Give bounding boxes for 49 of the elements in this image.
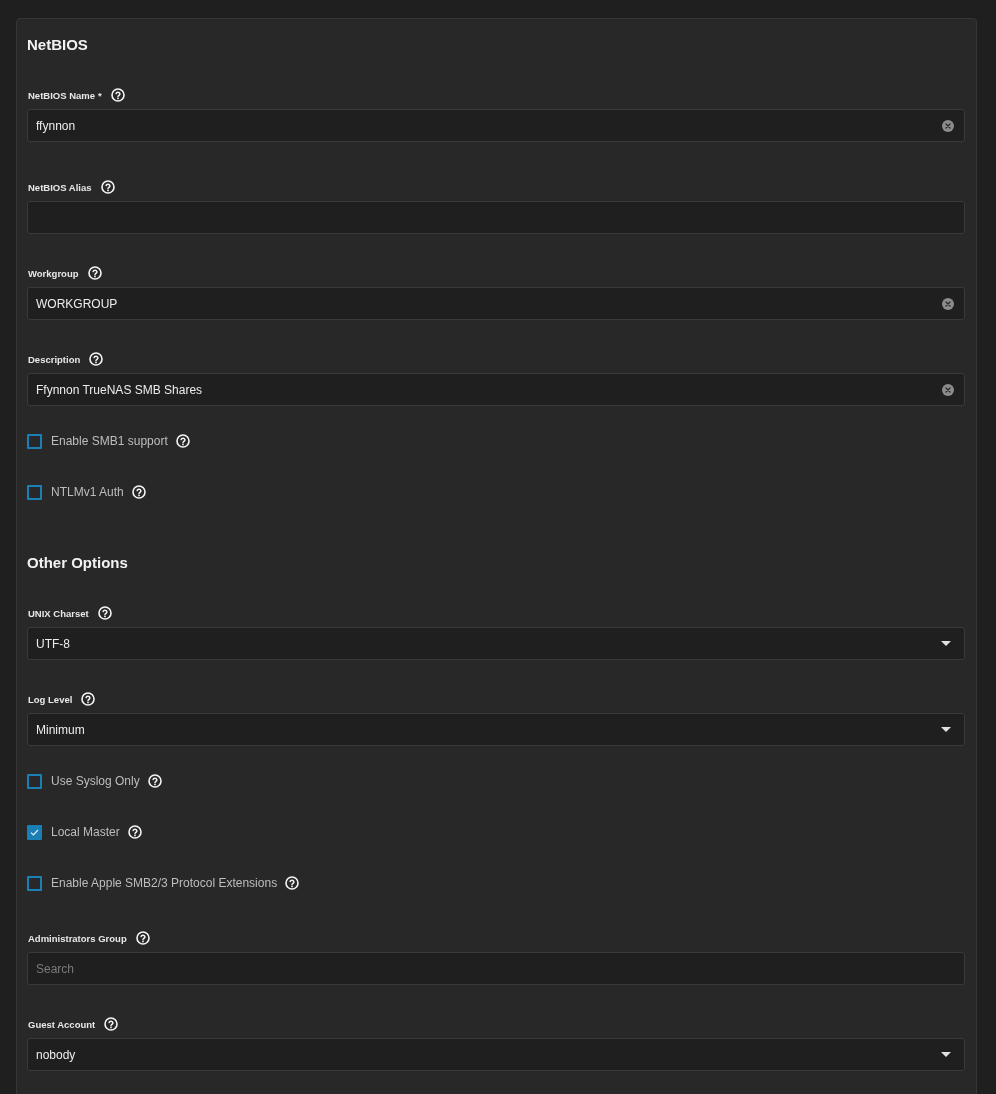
field-label: Log Level [28,693,73,705]
check-icon [30,828,39,836]
field-label: NetBIOS Name [28,89,96,101]
checkbox[interactable] [27,484,42,500]
caret-icon [941,1052,951,1057]
help-icon[interactable] [175,434,190,448]
input-field[interactable]: ffynnon [27,109,965,142]
checkbox[interactable] [27,773,42,789]
field-label: Workgroup [28,267,79,279]
caret-icon [941,641,951,646]
dropdown-field[interactable]: nobody [27,1038,965,1071]
section-title: NetBIOS [27,35,88,55]
help-icon[interactable] [110,88,125,102]
help-icon[interactable] [100,180,115,194]
input-field[interactable]: Ffynnon TrueNAS SMB Shares [27,373,965,406]
clear-icon[interactable] [942,297,954,310]
field-label: UNIX Charset [28,607,89,619]
help-icon[interactable] [97,606,112,620]
caret-icon [941,727,951,732]
help-icon[interactable] [135,931,150,945]
checkbox[interactable] [27,433,42,449]
section-title: Other Options [27,553,128,573]
field-label: Description [28,353,81,365]
input-field[interactable]: WORKGROUP [27,287,965,320]
help-icon[interactable] [147,774,162,788]
clear-icon[interactable] [942,383,954,396]
input-field[interactable] [27,201,965,234]
checkbox-label: Local Master [51,825,120,839]
help-icon[interactable] [104,1017,119,1031]
checkbox[interactable] [27,875,42,891]
checkbox-label: Enable Apple SMB2/3 Protocol Extensions [51,876,278,890]
help-icon[interactable] [89,352,104,366]
help-icon[interactable] [87,266,102,280]
checkbox-label: NTLMv1 Auth [51,485,124,499]
field-label: Administrators Group [28,932,127,944]
field-label: Guest Account [28,1018,96,1030]
clear-icon[interactable] [942,119,954,132]
dropdown-field[interactable]: UTF-8 [27,627,965,660]
checkbox-label: Use Syslog Only [51,774,140,788]
dropdown-field[interactable]: Minimum [27,713,965,746]
required-mark: * [98,89,102,101]
help-icon[interactable] [81,692,96,706]
help-icon[interactable] [285,876,300,890]
checkbox-label: Enable SMB1 support [51,434,168,448]
help-icon[interactable] [127,825,142,839]
checkbox[interactable] [27,824,42,840]
field-label: NetBIOS Alias [28,181,92,193]
help-icon[interactable] [131,485,146,499]
input-field[interactable]: Search [27,952,965,985]
